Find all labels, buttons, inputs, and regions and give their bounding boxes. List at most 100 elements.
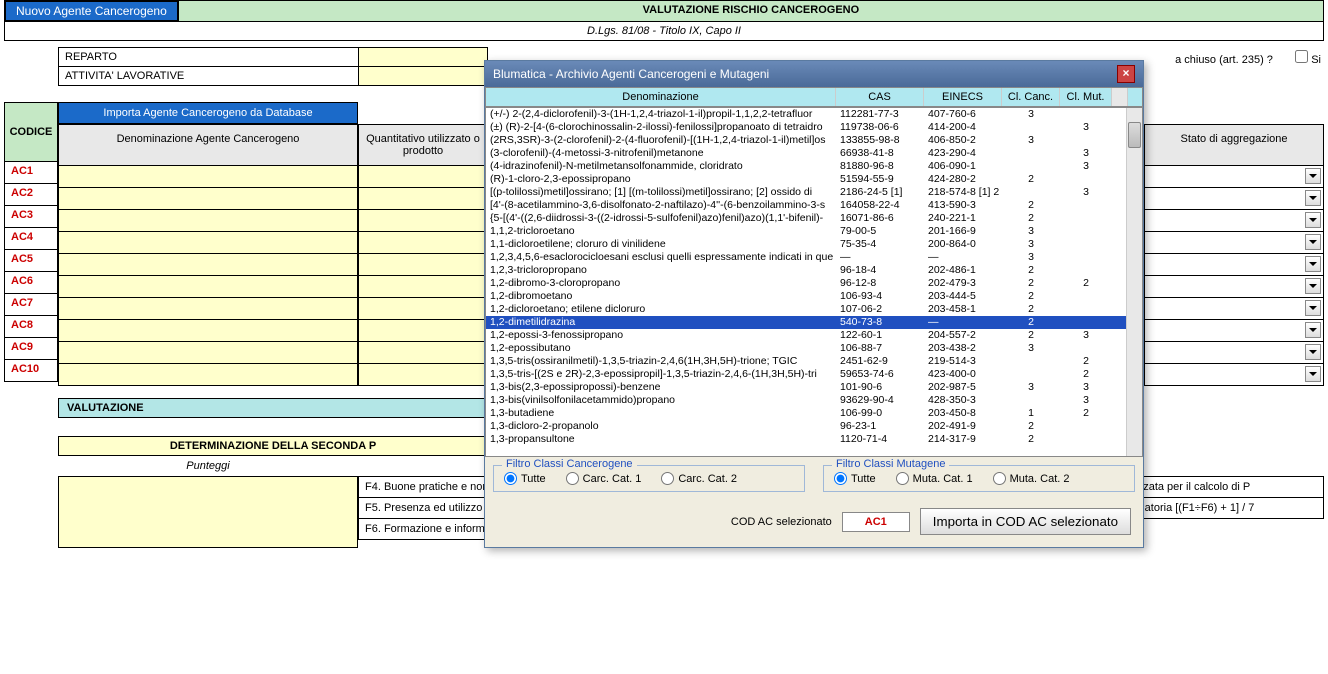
- grid-row[interactable]: 1,3-bis(2,3-epossipropossi)-benzene101-9…: [486, 381, 1142, 394]
- stato-dropdown[interactable]: [1144, 254, 1324, 276]
- grid-row[interactable]: 1,2-dimetilidrazina540-73-8—2: [486, 316, 1142, 329]
- stato-dropdown[interactable]: [1144, 232, 1324, 254]
- grid-row[interactable]: (4-idrazinofenil)-N-metilmetansolfonammi…: [486, 160, 1142, 173]
- chevron-down-icon[interactable]: [1305, 300, 1321, 316]
- grid-row[interactable]: (3-clorofenil)-(4-metossi-3-nitrofenil)m…: [486, 147, 1142, 160]
- chevron-down-icon[interactable]: [1305, 212, 1321, 228]
- grid-row[interactable]: 1,3-butadiene106-99-0203-450-812: [486, 407, 1142, 420]
- denom-cell[interactable]: [58, 188, 358, 210]
- quant-cell[interactable]: [358, 254, 488, 276]
- grid-row[interactable]: (2RS,3SR)-3-(2-clorofenil)-2-(4-fluorofe…: [486, 134, 1142, 147]
- grid-header-einecs[interactable]: EINECS: [924, 88, 1002, 106]
- dialog-close-button[interactable]: ×: [1117, 65, 1135, 83]
- denom-cell[interactable]: [58, 232, 358, 254]
- grid-row[interactable]: (+/-) 2-(2,4-diclorofenil)-3-(1H-1,2,4-t…: [486, 108, 1142, 121]
- chevron-down-icon[interactable]: [1305, 256, 1321, 272]
- stato-dropdown[interactable]: [1144, 342, 1324, 364]
- import-selected-button[interactable]: Importa in COD AC selezionato: [920, 508, 1131, 535]
- grid-header-denominazione[interactable]: Denominazione: [486, 88, 836, 106]
- quant-cell[interactable]: [358, 188, 488, 210]
- header-denominazione: Denominazione Agente Cancerogeno: [58, 124, 358, 166]
- grid-row[interactable]: 1,2-epossibutano106-88-7203-438-23: [486, 342, 1142, 355]
- grid-scrollbar[interactable]: [1126, 108, 1142, 456]
- grid-header-canc[interactable]: Cl. Canc.: [1002, 88, 1060, 106]
- closed-env-question: a chiuso (art. 235) ? Si: [1172, 47, 1324, 86]
- grid-row[interactable]: (±) (R)-2-[4-(6-clorochinossalin-2-iloss…: [486, 121, 1142, 134]
- stato-dropdown[interactable]: [1144, 276, 1324, 298]
- closed-env-checkbox[interactable]: [1295, 50, 1308, 63]
- grid-row[interactable]: 1,1-dicloroetilene; cloruro di viniliden…: [486, 238, 1142, 251]
- codice-cell: AC1: [4, 162, 58, 184]
- stato-dropdown[interactable]: [1144, 364, 1324, 386]
- grid-scroll-thumb[interactable]: [1128, 122, 1141, 148]
- codice-cell: AC3: [4, 206, 58, 228]
- chevron-down-icon[interactable]: [1305, 322, 1321, 338]
- grid-row[interactable]: 1,3,5-tris(ossiranilmetil)-1,3,5-triazin…: [486, 355, 1142, 368]
- grid-row[interactable]: 1,2-dibromo-3-cloropropano96-12-8202-479…: [486, 277, 1142, 290]
- grid-row[interactable]: 1,2,3-tricloropropano96-18-4202-486-12: [486, 264, 1142, 277]
- grid-row[interactable]: [(p-tolilossi)metil]ossirano; [1] [(m-to…: [486, 186, 1142, 199]
- page-subtitle: D.Lgs. 81/08 - Titolo IX, Capo II: [4, 22, 1324, 41]
- grid-row[interactable]: 1,2-dicloroetano; etilene dicloruro107-0…: [486, 303, 1142, 316]
- quant-cell[interactable]: [358, 320, 488, 342]
- header-quantitativo: Quantitativo utilizzato o prodotto: [358, 124, 488, 166]
- quant-cell[interactable]: [358, 276, 488, 298]
- new-agent-tab[interactable]: Nuovo Agente Cancerogeno: [5, 1, 178, 21]
- denom-cell[interactable]: [58, 320, 358, 342]
- chevron-down-icon[interactable]: [1305, 344, 1321, 360]
- grid-row[interactable]: 1,3,5-tris-[(2S e 2R)-2,3-epossipropil]-…: [486, 368, 1142, 381]
- chevron-down-icon[interactable]: [1305, 168, 1321, 184]
- quant-cell[interactable]: [358, 210, 488, 232]
- header-stato: Stato di aggregazione: [1144, 124, 1324, 166]
- import-database-button[interactable]: Importa Agente Cancerogeno da Database: [58, 102, 358, 124]
- radio-canc-tutte[interactable]: Tutte: [504, 472, 546, 485]
- denom-cell[interactable]: [58, 254, 358, 276]
- grid-header-mut[interactable]: Cl. Mut.: [1060, 88, 1112, 106]
- denom-cell[interactable]: [58, 342, 358, 364]
- denom-cell[interactable]: [58, 210, 358, 232]
- grid-row[interactable]: 1,3-propansultone1120-71-4214-317-92: [486, 433, 1142, 446]
- grid-row[interactable]: 1,2,3,4,5,6-esaclorocicloesani esclusi q…: [486, 251, 1142, 264]
- filter-mutagene: Filtro Classi Mutagene Tutte Muta. Cat. …: [823, 465, 1135, 492]
- radio-mut-tutte[interactable]: Tutte: [834, 472, 876, 485]
- grid-header-cas[interactable]: CAS: [836, 88, 924, 106]
- grid-row[interactable]: {5-[(4'-((2,6-diidrossi-3-((2-idrossi-5-…: [486, 212, 1142, 225]
- chevron-down-icon[interactable]: [1305, 190, 1321, 206]
- attivita-input[interactable]: [359, 67, 487, 85]
- quant-cell[interactable]: [358, 364, 488, 386]
- denom-cell[interactable]: [58, 166, 358, 188]
- grid-row[interactable]: 1,2-dibromoetano106-93-4203-444-52: [486, 290, 1142, 303]
- page-title: VALUTAZIONE RISCHIO CANCEROGENO: [178, 1, 1323, 21]
- radio-canc-cat2[interactable]: Carc. Cat. 2: [661, 472, 737, 485]
- stato-dropdown[interactable]: [1144, 210, 1324, 232]
- codice-cell: AC5: [4, 250, 58, 272]
- chevron-down-icon[interactable]: [1305, 278, 1321, 294]
- stato-dropdown[interactable]: [1144, 166, 1324, 188]
- grid-row[interactable]: 1,1,2-tricloroetano79-00-5201-166-93: [486, 225, 1142, 238]
- chevron-down-icon[interactable]: [1305, 234, 1321, 250]
- valutazione-section: VALUTAZIONE: [58, 398, 488, 418]
- quant-cell[interactable]: [358, 232, 488, 254]
- grid-row[interactable]: 1,2-epossi-3-fenossipropano122-60-1204-5…: [486, 329, 1142, 342]
- reparto-label: REPARTO: [59, 48, 359, 66]
- filter-canc-legend: Filtro Classi Cancerogene: [502, 458, 637, 470]
- stato-dropdown[interactable]: [1144, 298, 1324, 320]
- radio-mut-cat2[interactable]: Muta. Cat. 2: [993, 472, 1070, 485]
- radio-canc-cat1[interactable]: Carc. Cat. 1: [566, 472, 642, 485]
- stato-dropdown[interactable]: [1144, 320, 1324, 342]
- quant-cell[interactable]: [358, 166, 488, 188]
- denom-cell[interactable]: [58, 298, 358, 320]
- grid-row[interactable]: [4'-(8-acetilammino-3,6-disolfonato-2-na…: [486, 199, 1142, 212]
- chevron-down-icon[interactable]: [1305, 366, 1321, 382]
- grid-row[interactable]: (R)-1-cloro-2,3-epossipropano51594-55-94…: [486, 173, 1142, 186]
- reparto-input[interactable]: [359, 48, 487, 66]
- radio-mut-cat1[interactable]: Muta. Cat. 1: [896, 472, 973, 485]
- grid-row[interactable]: 1,3-bis(vinilsolfonilacetammido)propano9…: [486, 394, 1142, 407]
- quant-cell[interactable]: [358, 298, 488, 320]
- quant-cell[interactable]: [358, 342, 488, 364]
- stato-dropdown[interactable]: [1144, 188, 1324, 210]
- denom-cell[interactable]: [58, 364, 358, 386]
- grid-header-scroll: [1112, 88, 1128, 106]
- denom-cell[interactable]: [58, 276, 358, 298]
- grid-row[interactable]: 1,3-dicloro-2-propanolo96-23-1202-491-92: [486, 420, 1142, 433]
